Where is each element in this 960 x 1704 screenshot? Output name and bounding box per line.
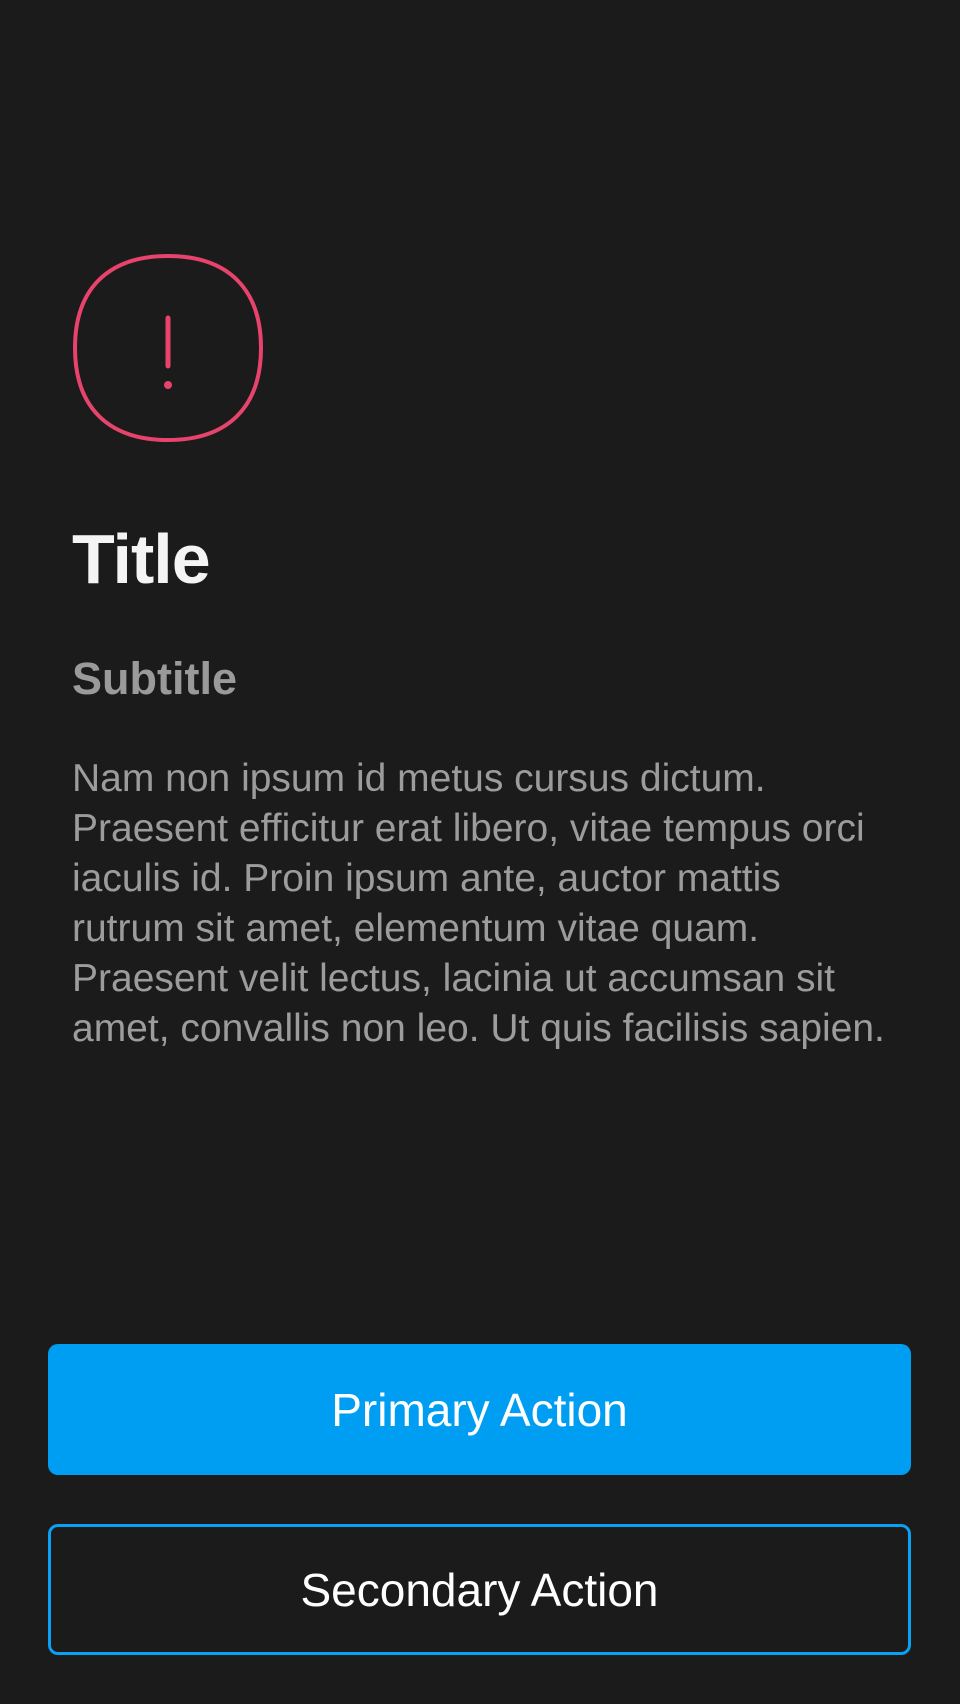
alert-exclamation-icon — [73, 254, 263, 442]
primary-action-button[interactable]: Primary Action — [48, 1344, 911, 1475]
page-title: Title — [72, 520, 211, 598]
page-subtitle: Subtitle — [72, 653, 237, 704]
alert-screen: Title Subtitle Nam non ipsum id metus cu… — [0, 0, 960, 1704]
body-text: Nam non ipsum id metus cursus dictum. Pr… — [72, 757, 885, 1050]
secondary-action-button[interactable]: Secondary Action — [48, 1524, 911, 1655]
